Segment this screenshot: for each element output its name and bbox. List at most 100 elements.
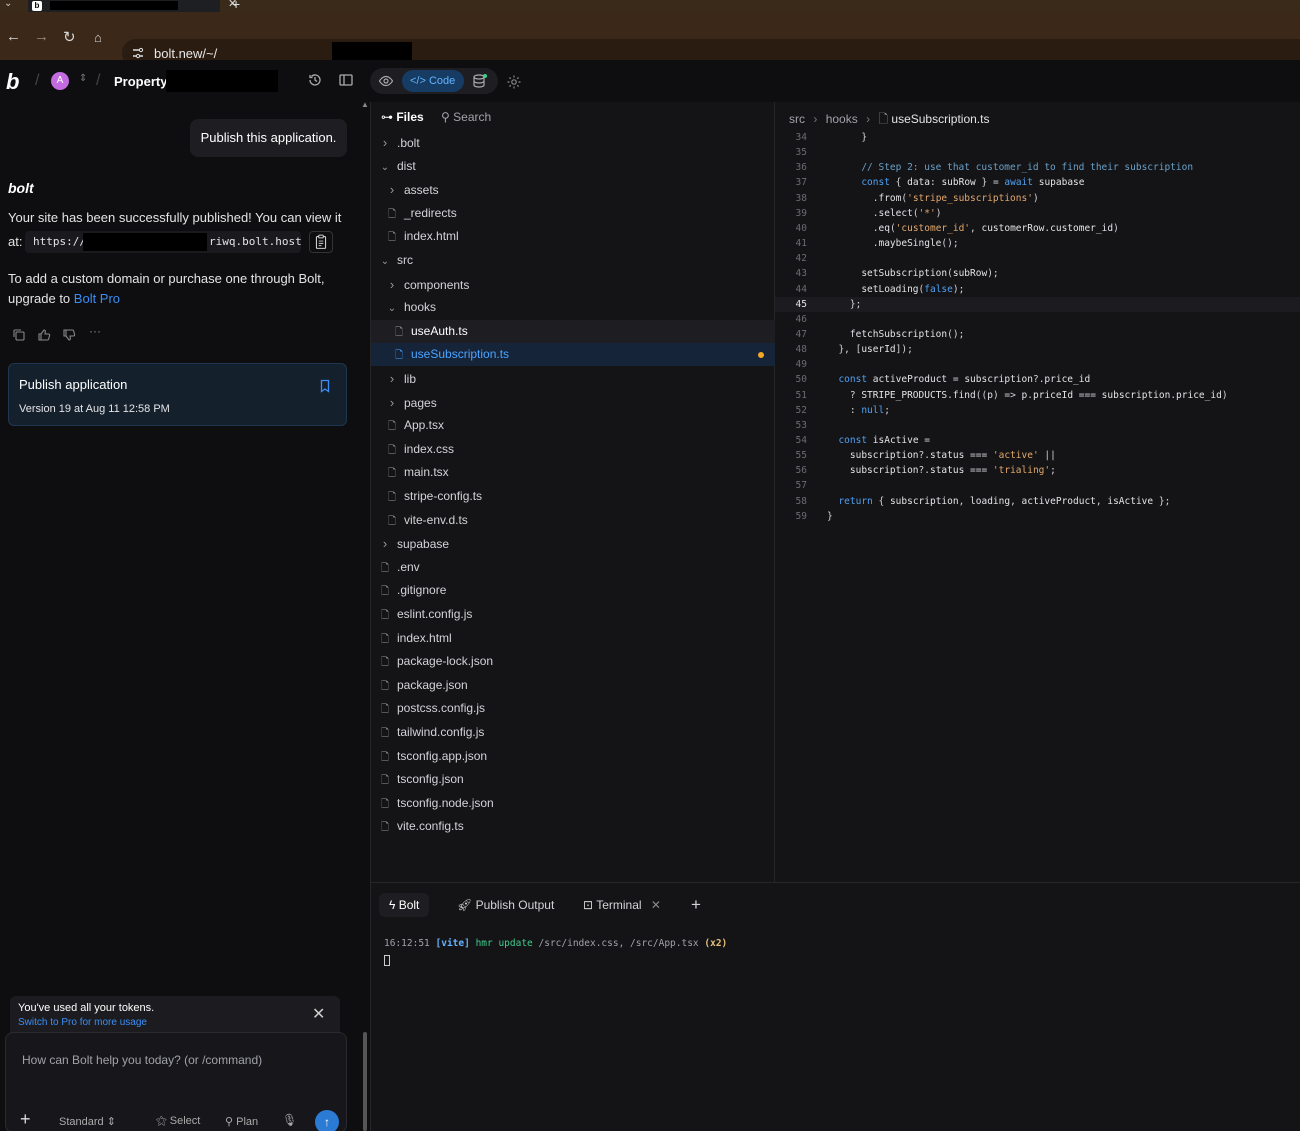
send-arrow-icon[interactable]: ↑: [315, 1110, 339, 1131]
code-line[interactable]: 46: [775, 312, 1300, 327]
code-line[interactable]: 49: [775, 357, 1300, 372]
file-item[interactable]: 🗋 tsconfig.node.json: [371, 792, 775, 815]
clipboard-icon[interactable]: [309, 231, 333, 253]
file-item[interactable]: 🗋 index.html: [371, 627, 775, 650]
code-line[interactable]: 55 subscription?.status === 'active' ||: [775, 448, 1300, 463]
file-item[interactable]: 🗋 .gitignore: [371, 579, 775, 602]
reload-icon[interactable]: ↻: [63, 28, 76, 46]
code-line[interactable]: 52 : null;: [775, 403, 1300, 418]
database-icon[interactable]: [472, 73, 488, 89]
code-view-button[interactable]: </> Code: [402, 70, 464, 92]
folder-item[interactable]: › .bolt: [371, 131, 775, 154]
code-line[interactable]: 44 setLoading(false);: [775, 282, 1300, 297]
history-icon[interactable]: [307, 72, 323, 88]
files-tab[interactable]: ⊶ Files: [381, 110, 424, 124]
mode-select[interactable]: Standard ⇕: [59, 1115, 116, 1128]
account-switch-icon[interactable]: ⇕: [79, 73, 87, 84]
file-item[interactable]: 🗋 .env: [371, 556, 775, 579]
published-url[interactable]: https:// riwq.bolt.host: [25, 231, 302, 253]
project-name[interactable]: Property: [114, 74, 167, 89]
gear-icon[interactable]: [506, 74, 522, 90]
file-item[interactable]: 🗋 tsconfig.app.json: [371, 745, 775, 768]
file-item[interactable]: 🗋 App.tsx: [371, 414, 775, 437]
bolt-logo[interactable]: b: [6, 69, 19, 95]
new-tab-button[interactable]: +: [232, 0, 240, 12]
back-icon[interactable]: ←: [6, 28, 21, 45]
folder-item[interactable]: › assets: [371, 178, 775, 201]
tab-terminal[interactable]: ⊡ Terminal ✕: [573, 893, 671, 917]
select-button[interactable]: ⚝ Select: [156, 1115, 200, 1128]
file-item[interactable]: 🗋 index.css: [371, 438, 775, 461]
code-line[interactable]: 41 .maybeSingle();: [775, 236, 1300, 251]
file-item[interactable]: 🗋 index.html: [371, 225, 775, 248]
code-line[interactable]: 43 setSubscription(subRow);: [775, 266, 1300, 281]
file-item[interactable]: 🗋 package.json: [371, 674, 775, 697]
file-item[interactable]: 🗋 useSubscription.ts: [371, 343, 775, 367]
preview-eye-icon[interactable]: [378, 73, 394, 89]
breadcrumb-src[interactable]: src: [789, 112, 805, 126]
forward-icon[interactable]: →: [34, 28, 49, 45]
close-icon[interactable]: ✕: [312, 1004, 325, 1024]
code-line[interactable]: 51 ? STRIPE_PRODUCTS.find((p) => p.price…: [775, 388, 1300, 403]
tab-bolt[interactable]: ϟ Bolt: [379, 893, 430, 917]
code-line[interactable]: 37 const { data: subRow } = await supaba…: [775, 175, 1300, 190]
switch-to-pro-link[interactable]: Switch to Pro for more usage: [18, 1017, 147, 1028]
file-item[interactable]: 🗋 main.tsx: [371, 461, 775, 484]
folder-item[interactable]: › lib: [371, 367, 775, 390]
thumbs-down-icon[interactable]: [62, 328, 76, 342]
code-line[interactable]: 59}: [775, 509, 1300, 524]
code-line[interactable]: 38 .from('stripe_subscriptions'): [775, 191, 1300, 206]
scrollbar-thumb[interactable]: [363, 1032, 367, 1131]
code-line[interactable]: 40 .eq('customer_id', customerRow.custom…: [775, 221, 1300, 236]
attach-plus-icon[interactable]: +: [20, 1109, 31, 1130]
prompt-input[interactable]: How can Bolt help you today? (or /comman…: [22, 1053, 262, 1067]
file-item[interactable]: 🗋 postcss.config.js: [371, 697, 775, 720]
browser-tab[interactable]: b ✕: [28, 0, 237, 12]
code-line[interactable]: 36 // Step 2: use that customer_id to fi…: [775, 160, 1300, 175]
code-line[interactable]: 35: [775, 145, 1300, 160]
code-line[interactable]: 42: [775, 251, 1300, 266]
plan-button[interactable]: ⚲ Plan: [225, 1115, 258, 1128]
tab-search-chevron-icon[interactable]: ⌄: [4, 0, 12, 9]
code-line[interactable]: 56 subscription?.status === 'trialing';: [775, 463, 1300, 478]
folder-item[interactable]: › supabase: [371, 532, 775, 555]
code-line[interactable]: 47 fetchSubscription();: [775, 327, 1300, 342]
code-line[interactable]: 57: [775, 478, 1300, 493]
bookmark-icon[interactable]: [318, 379, 332, 393]
bolt-pro-link[interactable]: Bolt Pro: [74, 291, 120, 306]
code-line[interactable]: 58 return { subscription, loading, activ…: [775, 494, 1300, 509]
file-item[interactable]: 🗋 eslint.config.js: [371, 603, 775, 626]
code-editor[interactable]: src › hooks › 🗋 useSubscription.ts 34 } 3…: [775, 102, 1300, 882]
prompt-box[interactable]: How can Bolt help you today? (or /comman…: [5, 1032, 347, 1131]
chat-scrollbar[interactable]: ▲: [361, 100, 369, 1131]
breadcrumb-hooks[interactable]: hooks: [826, 112, 858, 126]
microphone-icon[interactable]: 🎙︎: [282, 1113, 297, 1127]
folder-item[interactable]: ⌄ src: [371, 249, 775, 272]
home-icon[interactable]: ⌂: [94, 30, 102, 45]
thumbs-up-icon[interactable]: [37, 328, 51, 342]
file-item[interactable]: 🗋 vite-env.d.ts: [371, 509, 775, 532]
folder-item[interactable]: › components: [371, 273, 775, 296]
site-settings-icon[interactable]: [131, 46, 145, 60]
folder-item[interactable]: ⌄ dist: [371, 155, 775, 178]
add-terminal-button[interactable]: +: [681, 893, 711, 917]
file-item[interactable]: 🗋 _redirects: [371, 202, 775, 225]
tab-publish-output[interactable]: 🚀︎ Publish Output: [447, 893, 564, 917]
file-item[interactable]: 🗋 tsconfig.json: [371, 768, 775, 791]
code-line[interactable]: 53: [775, 418, 1300, 433]
file-item[interactable]: 🗋 tailwind.config.js: [371, 721, 775, 744]
code-line[interactable]: 48 }, [userId]);: [775, 342, 1300, 357]
folder-item[interactable]: › pages: [371, 391, 775, 414]
publish-card[interactable]: Publish application Version 19 at Aug 11…: [8, 363, 347, 426]
file-item[interactable]: 🗋 stripe-config.ts: [371, 485, 775, 508]
folder-item[interactable]: ⌄ hooks: [371, 296, 775, 319]
avatar[interactable]: A: [51, 72, 69, 90]
copy-message-icon[interactable]: [12, 328, 26, 342]
file-item[interactable]: 🗋 package-lock.json: [371, 650, 775, 673]
code-line[interactable]: 54 const isActive =: [775, 433, 1300, 448]
search-tab[interactable]: ⚲ Search: [441, 110, 491, 124]
file-item[interactable]: 🗋 useAuth.ts: [371, 319, 775, 343]
more-options-icon[interactable]: ···: [89, 324, 101, 338]
scroll-up-icon[interactable]: ▲: [361, 100, 369, 109]
code-line[interactable]: 39 .select('*'): [775, 206, 1300, 221]
